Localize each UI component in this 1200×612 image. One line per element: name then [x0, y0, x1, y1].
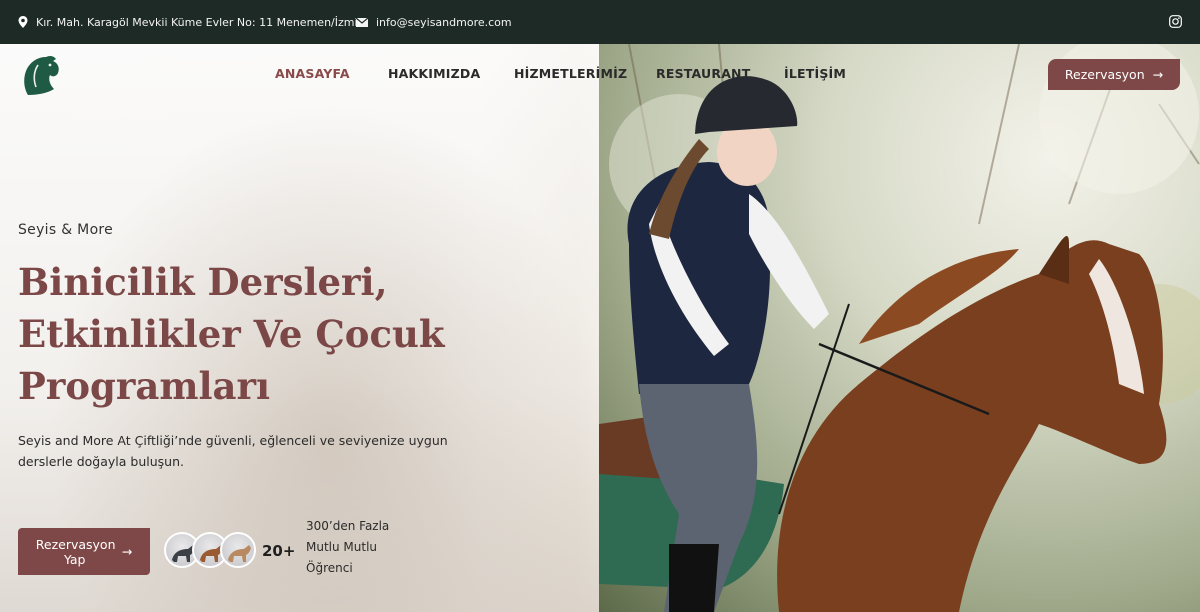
- nav-item-hizmetlerimiz[interactable]: HİZMETLERİMİZ: [514, 66, 627, 82]
- nav-item-hakkimizda[interactable]: HAKKIMIZDA: [388, 66, 480, 82]
- nav-item-iletisim[interactable]: İLETİŞİM: [784, 66, 846, 82]
- top-bar: Kır. Mah. Karagöl Mevkii Küme Evler No: …: [0, 0, 1200, 44]
- envelope-icon: [356, 17, 368, 27]
- horse-logo-icon[interactable]: [20, 53, 62, 97]
- arrow-right-icon: →: [121, 544, 133, 559]
- student-count: 20+: [262, 542, 296, 560]
- map-pin-icon: [18, 16, 28, 28]
- avatar: [220, 532, 256, 568]
- nav-item-restaurant[interactable]: RESTAURANT: [656, 66, 750, 82]
- cta-label: Rezervasyon Yap: [35, 536, 116, 567]
- address-text: Kır. Mah. Karagöl Mevkii Küme Evler No: …: [36, 15, 363, 29]
- reservation-cta-button[interactable]: Rezervasyon Yap →: [18, 528, 150, 575]
- rider-horse-illustration: [599, 44, 1200, 612]
- arrow-right-icon: →: [1152, 67, 1164, 82]
- email-info[interactable]: info@seyisandmore.com: [356, 0, 512, 44]
- headline-line-3: Programları: [18, 364, 271, 408]
- hero-description: Seyis and More At Çiftliği’nde güvenli, …: [18, 433, 448, 469]
- reservation-button-label: Rezervasyon: [1064, 67, 1145, 82]
- hero-section: ANASAYFA HAKKIMIZDA HİZMETLERİMİZ RESTAU…: [0, 44, 1200, 612]
- hero-eyebrow: Seyis & More: [18, 222, 114, 238]
- nav-item-anasayfa[interactable]: ANASAYFA: [275, 66, 350, 82]
- hero-photo-rider: [599, 44, 1200, 612]
- hero-headline: Binicilik Dersleri, Etkinlikler Ve Çocuk…: [18, 256, 445, 412]
- instagram-icon[interactable]: [1169, 15, 1182, 28]
- address-info: Kır. Mah. Karagöl Mevkii Küme Evler No: …: [18, 0, 362, 44]
- students-caption: 300’den Fazla Mutlu Mutlu Öğrenci: [306, 519, 390, 575]
- reservation-button[interactable]: Rezervasyon →: [1048, 59, 1180, 90]
- email-link[interactable]: info@seyisandmore.com: [376, 16, 512, 29]
- headline-line-2: Etkinlikler Ve Çocuk: [18, 312, 445, 356]
- headline-line-1: Binicilik Dersleri,: [18, 260, 388, 304]
